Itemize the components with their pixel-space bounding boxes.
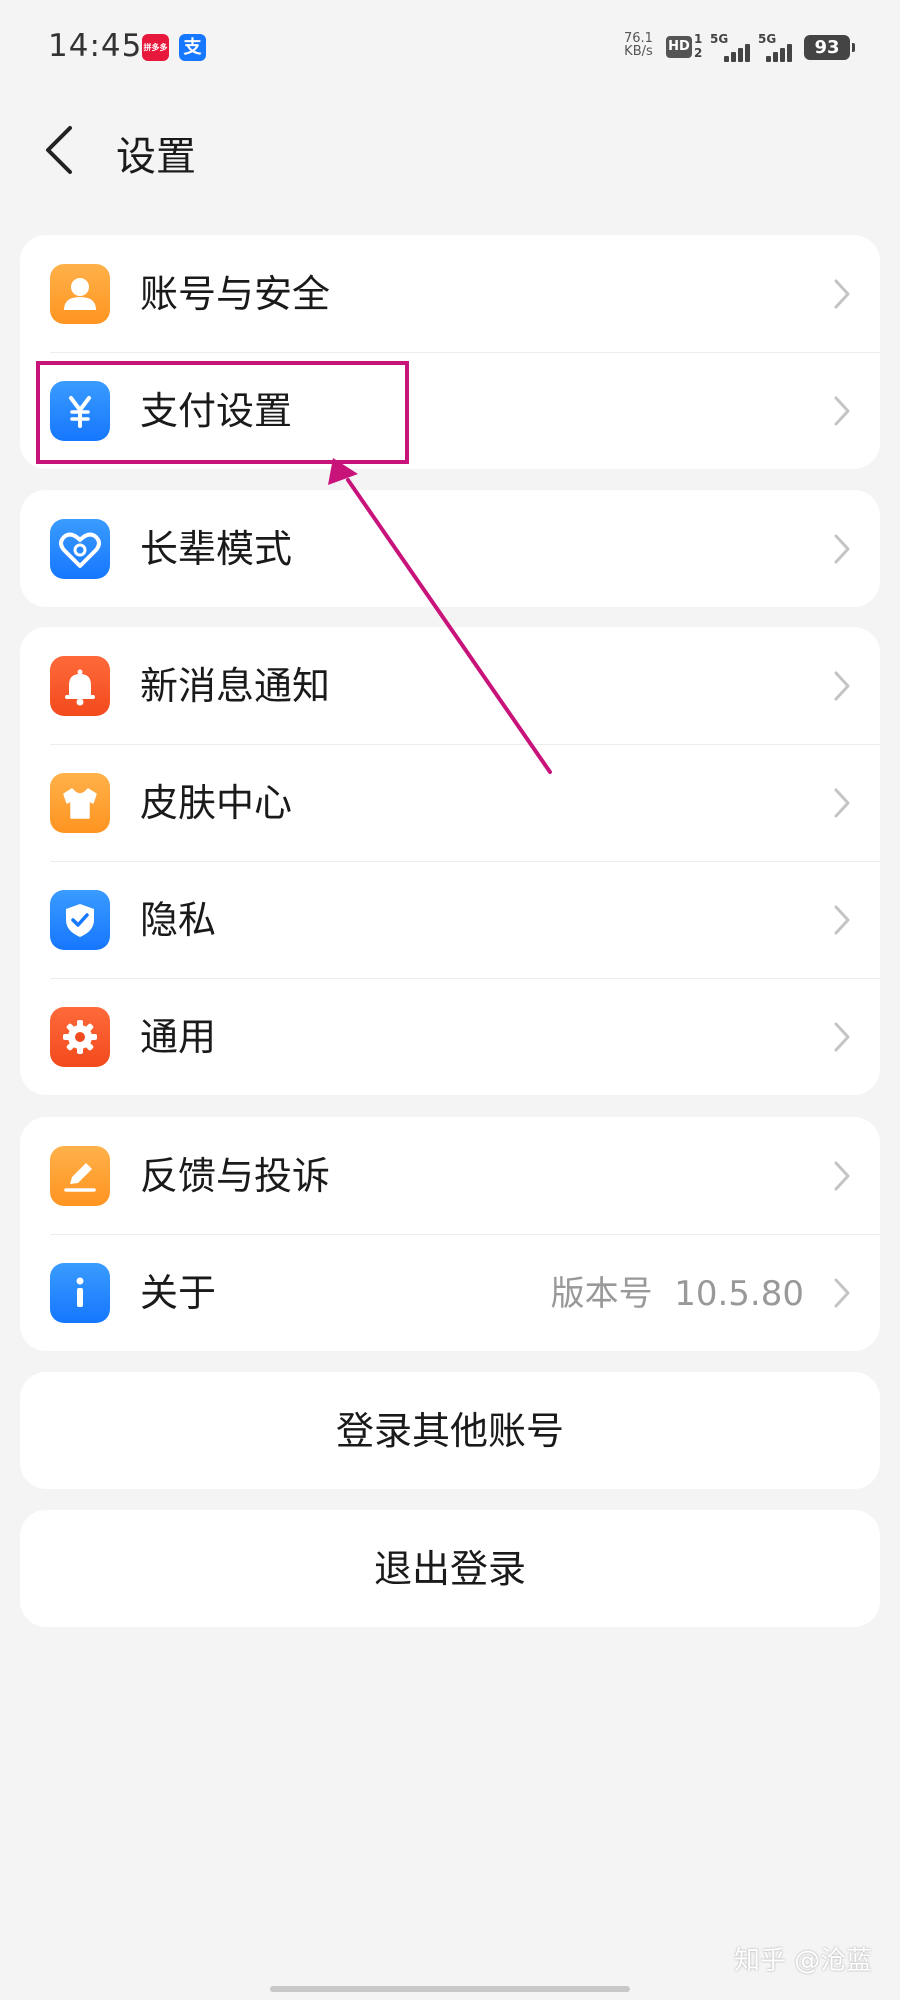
row-label: 长辈模式	[140, 527, 293, 571]
chevron-right-icon	[834, 1161, 850, 1191]
battery-icon: 93	[804, 35, 855, 60]
chevron-right-icon	[834, 671, 850, 701]
settings-group-general: 新消息通知 皮肤中心 隐私 通用	[20, 627, 880, 1095]
network-rate: 76.1 KB/s	[624, 31, 653, 59]
switch-account-button[interactable]: 登录其他账号	[20, 1372, 880, 1489]
chevron-right-icon	[834, 396, 850, 426]
row-label: 反馈与投诉	[140, 1154, 331, 1198]
chevron-right-icon	[834, 788, 850, 818]
sim-indicator: 12	[694, 32, 703, 60]
chevron-right-icon	[834, 279, 850, 309]
status-bar: 14:45 拼多多 支 76.1 KB/s HD 12 5G 5G 93	[0, 0, 900, 96]
row-elder-mode[interactable]: 长辈模式	[20, 490, 880, 607]
row-feedback[interactable]: 反馈与投诉	[20, 1117, 880, 1234]
shield-check-icon	[50, 890, 110, 950]
heart-icon	[50, 519, 110, 579]
chevron-right-icon	[834, 1022, 850, 1052]
logout-button[interactable]: 退出登录	[20, 1510, 880, 1627]
bell-icon	[50, 656, 110, 716]
settings-group-about: 反馈与投诉 关于 版本号 10.5.80	[20, 1117, 880, 1351]
row-label: 新消息通知	[140, 664, 331, 708]
row-label: 隐私	[140, 898, 217, 942]
status-time: 14:45	[48, 28, 143, 64]
logout-label: 退出登录	[373, 1547, 526, 1591]
watermark: 知乎 @沧蓝	[734, 1946, 873, 1976]
signal-icon-2: 5G	[758, 32, 802, 62]
row-privacy[interactable]: 隐私	[20, 861, 880, 978]
chevron-right-icon	[834, 534, 850, 564]
page-title: 设置	[116, 134, 196, 180]
annotation-highlight-box	[36, 361, 409, 464]
person-icon	[50, 264, 110, 324]
pencil-icon	[50, 1146, 110, 1206]
chevron-left-icon	[46, 126, 72, 174]
row-label: 通用	[140, 1015, 217, 1059]
row-account-security[interactable]: 账号与安全	[20, 235, 880, 352]
version-value: 版本号 10.5.80	[550, 1274, 804, 1314]
row-about[interactable]: 关于 版本号 10.5.80	[20, 1234, 880, 1351]
row-label: 关于	[140, 1271, 217, 1315]
switch-account-label: 登录其他账号	[335, 1409, 564, 1453]
row-label: 账号与安全	[140, 272, 331, 316]
hd-voice-icon: HD	[666, 36, 692, 58]
signal-icon: 5G	[710, 32, 754, 62]
pinduoduo-app-icon: 拼多多	[142, 34, 169, 61]
tshirt-icon	[50, 773, 110, 833]
row-label: 皮肤中心	[140, 781, 293, 825]
row-skin-center[interactable]: 皮肤中心	[20, 744, 880, 861]
row-general[interactable]: 通用	[20, 978, 880, 1095]
chevron-right-icon	[834, 1278, 850, 1308]
row-notifications[interactable]: 新消息通知	[20, 627, 880, 744]
info-icon	[50, 1263, 110, 1323]
chevron-right-icon	[834, 905, 850, 935]
gear-icon	[50, 1007, 110, 1067]
alipay-app-icon: 支	[179, 34, 206, 61]
home-indicator[interactable]	[270, 1986, 630, 1992]
settings-group-elder: 长辈模式	[20, 490, 880, 607]
back-button[interactable]	[38, 120, 88, 180]
